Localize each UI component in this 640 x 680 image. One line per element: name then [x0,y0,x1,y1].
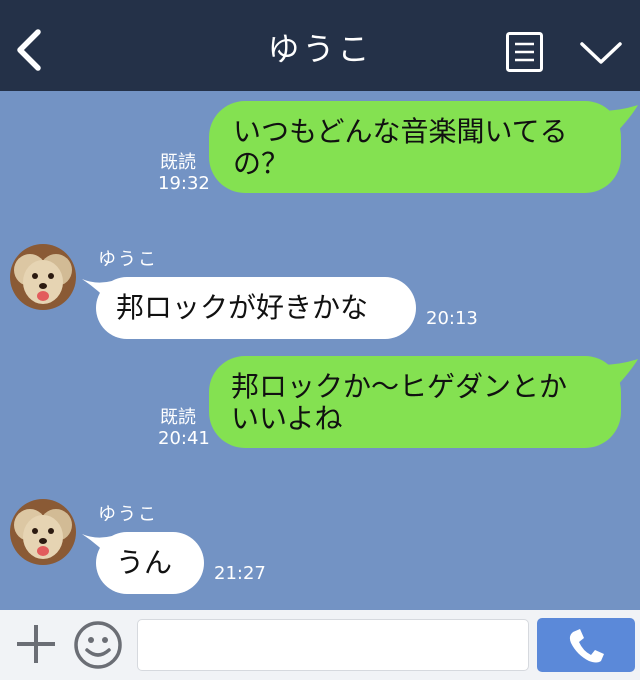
phone-icon [569,629,604,663]
menu-toggle-button[interactable] [578,38,624,68]
message-bubble-received[interactable]: うん [96,532,204,594]
message-time: 20:13 [426,308,478,329]
message-text: の？ [233,147,290,180]
message-time: 20:41 [158,428,210,449]
note-button[interactable] [506,32,543,72]
sender-name: ゆうこ [98,504,158,525]
message-input[interactable] [137,619,529,671]
plus-icon [17,625,55,663]
smiley-icon [74,621,122,669]
chevron-down-icon [580,42,622,64]
message-bubble-sent[interactable]: いつもどんな音楽聞いてる の？ [209,101,621,193]
sender-name: ゆうこ [98,249,158,270]
avatar[interactable] [10,244,76,310]
read-receipt: 既読 [160,407,196,428]
input-bar [0,610,640,680]
dog-avatar-icon [10,499,76,565]
message-time: 21:27 [214,563,266,584]
message-text: いつもどんな音楽聞いてる [233,115,568,148]
message-text: 邦ロックか〜ヒゲダンとか [231,370,568,403]
emoji-button[interactable] [73,620,123,670]
chat-header: ゆうこ [0,0,640,91]
call-button[interactable] [537,618,635,672]
dog-avatar-icon [10,244,76,310]
chat-title: ゆうこ [267,30,373,68]
chat-area[interactable]: いつもどんな音楽聞いてる の？ 既読 19:32 ゆうこ 邦ロックが好きかな 2… [0,91,640,610]
message-time: 19:32 [158,173,210,194]
read-receipt: 既読 [160,152,196,173]
message-text: 邦ロックが好きかな [116,291,369,324]
note-icon [506,32,543,72]
avatar[interactable] [10,499,76,565]
message-text: うん [116,546,173,579]
message-text: いいよね [231,402,343,435]
message-bubble-sent[interactable]: 邦ロックか〜ヒゲダンとか いいよね [209,356,621,448]
add-button[interactable] [14,622,58,666]
message-bubble-received[interactable]: 邦ロックが好きかな [96,277,416,339]
